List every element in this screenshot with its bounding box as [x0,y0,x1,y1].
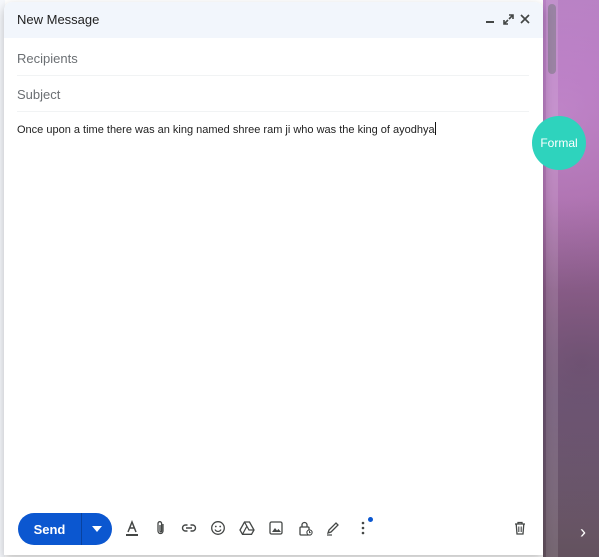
close-icon[interactable] [517,11,533,27]
compose-window: New Message Recipients Subject Once upon… [4,2,543,555]
scrollbar-track[interactable] [546,0,558,557]
insert-photo-icon[interactable] [266,518,286,538]
minimize-icon[interactable] [482,11,498,27]
message-body[interactable]: Once upon a time there was an king named… [17,122,436,136]
subject-placeholder: Subject [17,87,61,102]
insert-link-icon[interactable] [179,518,199,538]
compose-title-bar[interactable]: New Message [4,2,543,38]
tone-suggestion-bubble[interactable]: Formal [532,116,586,170]
message-body-text: Once upon a time there was an king named… [17,124,435,136]
attach-file-icon[interactable] [151,518,171,538]
formatting-options-icon[interactable] [122,518,142,538]
chevron-right-icon[interactable]: › [574,520,592,544]
recipients-placeholder: Recipients [17,51,78,66]
google-drive-icon[interactable] [237,518,257,538]
send-button[interactable]: Send [18,513,82,545]
compose-title: New Message [17,12,100,27]
send-label: Send [33,521,66,537]
expand-icon[interactable] [500,11,516,27]
recipients-field[interactable]: Recipients [17,40,529,76]
tone-suggestion-label: Formal [540,136,578,150]
scrollbar-thumb[interactable] [548,4,556,74]
insert-signature-icon[interactable] [323,518,343,538]
chevron-down-icon [92,526,102,532]
confidential-mode-icon[interactable] [295,518,315,538]
discard-draft-icon[interactable] [510,518,530,538]
schedule-send-button[interactable] [82,513,112,545]
subject-field[interactable]: Subject [17,76,529,112]
text-cursor [434,122,436,135]
notification-dot [368,517,373,522]
insert-emoji-icon[interactable] [208,518,228,538]
send-button-group: Send [18,513,112,545]
